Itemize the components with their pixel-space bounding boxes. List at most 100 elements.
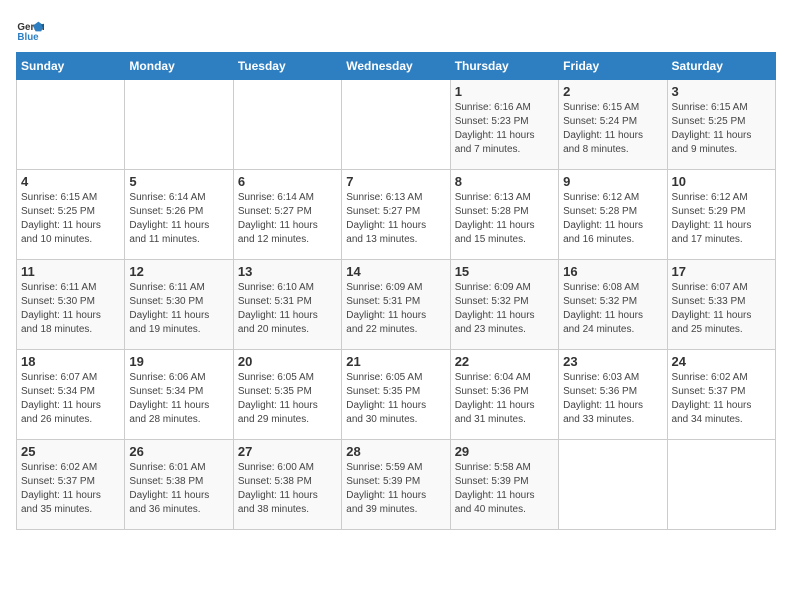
- day-info: Sunrise: 6:05 AM Sunset: 5:35 PM Dayligh…: [346, 371, 445, 427]
- calendar-cell: 21 Sunrise: 6:05 AM Sunset: 5:35 PM Dayli…: [342, 350, 450, 440]
- day-number: 11: [21, 264, 120, 279]
- day-info: Sunrise: 6:03 AM Sunset: 5:36 PM Dayligh…: [563, 371, 662, 427]
- calendar-week-row: 11 Sunrise: 6:11 AM Sunset: 5:30 PM Dayli…: [17, 260, 776, 350]
- day-number: 17: [672, 264, 771, 279]
- calendar-cell: 23 Sunrise: 6:03 AM Sunset: 5:36 PM Dayli…: [559, 350, 667, 440]
- weekday-header-tuesday: Tuesday: [233, 53, 341, 80]
- day-number: 4: [21, 174, 120, 189]
- calendar-cell: 16 Sunrise: 6:08 AM Sunset: 5:32 PM Dayli…: [559, 260, 667, 350]
- day-number: 19: [129, 354, 228, 369]
- calendar-cell: 1 Sunrise: 6:16 AM Sunset: 5:23 PM Daylig…: [450, 80, 558, 170]
- day-number: 12: [129, 264, 228, 279]
- header: General Blue: [16, 16, 776, 44]
- calendar-cell: 14 Sunrise: 6:09 AM Sunset: 5:31 PM Dayli…: [342, 260, 450, 350]
- day-info: Sunrise: 6:15 AM Sunset: 5:25 PM Dayligh…: [672, 101, 771, 157]
- day-info: Sunrise: 6:14 AM Sunset: 5:27 PM Dayligh…: [238, 191, 337, 247]
- calendar-cell: 6 Sunrise: 6:14 AM Sunset: 5:27 PM Daylig…: [233, 170, 341, 260]
- calendar-cell: 22 Sunrise: 6:04 AM Sunset: 5:36 PM Dayli…: [450, 350, 558, 440]
- calendar-cell: [667, 440, 775, 530]
- day-number: 13: [238, 264, 337, 279]
- day-number: 15: [455, 264, 554, 279]
- calendar-cell: [559, 440, 667, 530]
- calendar-cell: 26 Sunrise: 6:01 AM Sunset: 5:38 PM Dayli…: [125, 440, 233, 530]
- calendar-cell: 13 Sunrise: 6:10 AM Sunset: 5:31 PM Dayli…: [233, 260, 341, 350]
- day-number: 3: [672, 84, 771, 99]
- weekday-header-friday: Friday: [559, 53, 667, 80]
- weekday-header-row: SundayMondayTuesdayWednesdayThursdayFrid…: [17, 53, 776, 80]
- calendar-cell: 18 Sunrise: 6:07 AM Sunset: 5:34 PM Dayli…: [17, 350, 125, 440]
- day-info: Sunrise: 6:02 AM Sunset: 5:37 PM Dayligh…: [672, 371, 771, 427]
- day-number: 6: [238, 174, 337, 189]
- day-number: 5: [129, 174, 228, 189]
- day-info: Sunrise: 6:00 AM Sunset: 5:38 PM Dayligh…: [238, 461, 337, 517]
- day-info: Sunrise: 6:07 AM Sunset: 5:34 PM Dayligh…: [21, 371, 120, 427]
- calendar-cell: 5 Sunrise: 6:14 AM Sunset: 5:26 PM Daylig…: [125, 170, 233, 260]
- day-info: Sunrise: 6:13 AM Sunset: 5:27 PM Dayligh…: [346, 191, 445, 247]
- calendar-cell: 24 Sunrise: 6:02 AM Sunset: 5:37 PM Dayli…: [667, 350, 775, 440]
- weekday-header-sunday: Sunday: [17, 53, 125, 80]
- day-number: 18: [21, 354, 120, 369]
- calendar-cell: [233, 80, 341, 170]
- calendar-cell: 7 Sunrise: 6:13 AM Sunset: 5:27 PM Daylig…: [342, 170, 450, 260]
- day-info: Sunrise: 6:02 AM Sunset: 5:37 PM Dayligh…: [21, 461, 120, 517]
- weekday-header-thursday: Thursday: [450, 53, 558, 80]
- day-info: Sunrise: 6:11 AM Sunset: 5:30 PM Dayligh…: [129, 281, 228, 337]
- day-number: 21: [346, 354, 445, 369]
- day-number: 20: [238, 354, 337, 369]
- calendar-cell: [125, 80, 233, 170]
- day-number: 14: [346, 264, 445, 279]
- day-number: 10: [672, 174, 771, 189]
- weekday-header-saturday: Saturday: [667, 53, 775, 80]
- logo-icon: General Blue: [16, 16, 44, 44]
- day-info: Sunrise: 5:58 AM Sunset: 5:39 PM Dayligh…: [455, 461, 554, 517]
- weekday-header-monday: Monday: [125, 53, 233, 80]
- day-number: 1: [455, 84, 554, 99]
- day-number: 29: [455, 444, 554, 459]
- day-number: 24: [672, 354, 771, 369]
- day-info: Sunrise: 6:06 AM Sunset: 5:34 PM Dayligh…: [129, 371, 228, 427]
- day-info: Sunrise: 6:14 AM Sunset: 5:26 PM Dayligh…: [129, 191, 228, 247]
- logo: General Blue: [16, 16, 48, 44]
- calendar-cell: [342, 80, 450, 170]
- calendar-cell: 2Sunrise: 6:15 AM Sunset: 5:24 PM Daylig…: [559, 80, 667, 170]
- calendar-cell: 28 Sunrise: 5:59 AM Sunset: 5:39 PM Dayli…: [342, 440, 450, 530]
- day-info: Sunrise: 6:09 AM Sunset: 5:31 PM Dayligh…: [346, 281, 445, 337]
- calendar-cell: 25Sunrise: 6:02 AM Sunset: 5:37 PM Dayli…: [17, 440, 125, 530]
- calendar-cell: 27 Sunrise: 6:00 AM Sunset: 5:38 PM Dayli…: [233, 440, 341, 530]
- day-info: Sunrise: 6:15 AM Sunset: 5:25 PM Dayligh…: [21, 191, 120, 247]
- calendar-week-row: 4 Sunrise: 6:15 AM Sunset: 5:25 PM Daylig…: [17, 170, 776, 260]
- day-number: 16: [563, 264, 662, 279]
- day-info: Sunrise: 6:01 AM Sunset: 5:38 PM Dayligh…: [129, 461, 228, 517]
- day-info: Sunrise: 6:15 AM Sunset: 5:24 PM Dayligh…: [563, 101, 662, 157]
- day-info: Sunrise: 6:16 AM Sunset: 5:23 PM Dayligh…: [455, 101, 554, 157]
- day-info: Sunrise: 6:10 AM Sunset: 5:31 PM Dayligh…: [238, 281, 337, 337]
- day-number: 28: [346, 444, 445, 459]
- day-number: 8: [455, 174, 554, 189]
- day-number: 22: [455, 354, 554, 369]
- weekday-header-wednesday: Wednesday: [342, 53, 450, 80]
- day-number: 9: [563, 174, 662, 189]
- day-info: Sunrise: 6:04 AM Sunset: 5:36 PM Dayligh…: [455, 371, 554, 427]
- day-number: 7: [346, 174, 445, 189]
- calendar-cell: 9 Sunrise: 6:12 AM Sunset: 5:28 PM Daylig…: [559, 170, 667, 260]
- calendar-cell: [17, 80, 125, 170]
- calendar-week-row: 1 Sunrise: 6:16 AM Sunset: 5:23 PM Daylig…: [17, 80, 776, 170]
- calendar-cell: 10 Sunrise: 6:12 AM Sunset: 5:29 PM Dayli…: [667, 170, 775, 260]
- calendar-cell: 4 Sunrise: 6:15 AM Sunset: 5:25 PM Daylig…: [17, 170, 125, 260]
- calendar-cell: 17 Sunrise: 6:07 AM Sunset: 5:33 PM Dayli…: [667, 260, 775, 350]
- day-info: Sunrise: 6:12 AM Sunset: 5:28 PM Dayligh…: [563, 191, 662, 247]
- day-number: 23: [563, 354, 662, 369]
- day-number: 26: [129, 444, 228, 459]
- day-info: Sunrise: 6:08 AM Sunset: 5:32 PM Dayligh…: [563, 281, 662, 337]
- day-info: Sunrise: 6:12 AM Sunset: 5:29 PM Dayligh…: [672, 191, 771, 247]
- calendar-cell: 8 Sunrise: 6:13 AM Sunset: 5:28 PM Daylig…: [450, 170, 558, 260]
- calendar-cell: 3 Sunrise: 6:15 AM Sunset: 5:25 PM Daylig…: [667, 80, 775, 170]
- calendar-week-row: 25Sunrise: 6:02 AM Sunset: 5:37 PM Dayli…: [17, 440, 776, 530]
- day-info: Sunrise: 5:59 AM Sunset: 5:39 PM Dayligh…: [346, 461, 445, 517]
- day-info: Sunrise: 6:07 AM Sunset: 5:33 PM Dayligh…: [672, 281, 771, 337]
- day-info: Sunrise: 6:13 AM Sunset: 5:28 PM Dayligh…: [455, 191, 554, 247]
- calendar-cell: 11Sunrise: 6:11 AM Sunset: 5:30 PM Dayli…: [17, 260, 125, 350]
- day-info: Sunrise: 6:09 AM Sunset: 5:32 PM Dayligh…: [455, 281, 554, 337]
- calendar-cell: 12 Sunrise: 6:11 AM Sunset: 5:30 PM Dayli…: [125, 260, 233, 350]
- day-number: 27: [238, 444, 337, 459]
